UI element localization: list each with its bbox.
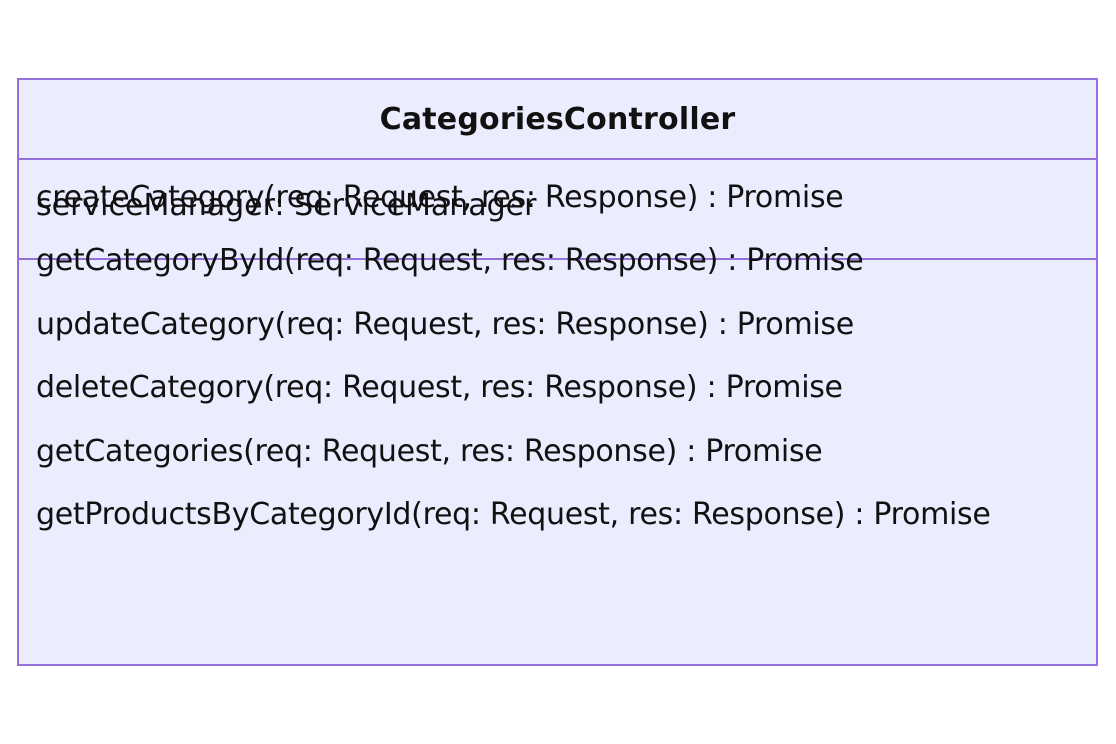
method-get-category-by-id: getCategoryById(req: Request, res: Respo… [36, 243, 864, 278]
class-name: CategoriesController [379, 101, 736, 137]
method-update-category: updateCategory(req: Request, res: Respon… [36, 307, 854, 342]
method-create-category: createCategory(req: Request, res: Respon… [36, 180, 844, 215]
class-box-categories-controller: CategoriesController serviceManager: Ser… [17, 78, 1098, 666]
method-delete-category: deleteCategory(req: Request, res: Respon… [36, 370, 843, 405]
method-get-categories: getCategories(req: Request, res: Respons… [36, 434, 823, 469]
class-header: CategoriesController [19, 80, 1096, 160]
method-get-products-by-category-id: getProductsByCategoryId(req: Request, re… [36, 497, 991, 532]
class-methods-section: createCategory(req: Request, res: Respon… [19, 180, 1096, 664]
